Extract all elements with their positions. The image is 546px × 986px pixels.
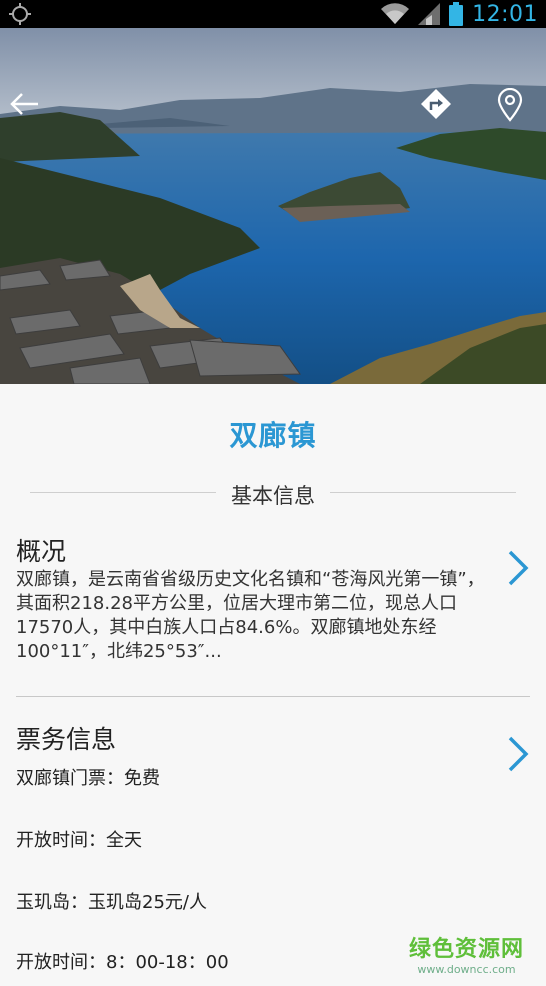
ticket-line: 双廊镇门票：免费 [16,768,160,789]
section-divider: 基本信息 [30,480,516,508]
ticket-line: 开放时间：全天 [16,830,142,851]
ticket-line: 玉玑岛：玉玑岛25元/人 [16,892,207,913]
separator [16,696,530,697]
location-button[interactable] [496,88,536,128]
chevron-right-icon[interactable] [504,548,530,588]
directions-button[interactable] [420,88,460,128]
ticket-title: 票务信息 [16,725,117,754]
ticket-line: 开放时间：8：00-18：00 [16,952,229,973]
clock: 12:01 [472,1,538,27]
lake-landscape-illustration [0,28,546,384]
page-title: 双廊镇 [229,419,317,452]
overview-card[interactable]: 概况 双廊镇，是云南省省级历史文化名镇和“苍海风光第一镇”，其面积218.28平… [16,536,530,664]
section-label: 基本信息 [231,484,315,508]
overview-title: 概况 [16,537,67,566]
chevron-right-icon[interactable] [504,734,530,774]
detail-content: 双廊镇 基本信息 概况 双廊镇，是云南省省级历史文化名镇和“苍海风光第一镇”，其… [0,384,546,986]
location-pin-icon [497,88,523,122]
wifi-icon [381,3,410,24]
divider-line-right [330,492,516,493]
back-arrow-icon [10,93,38,115]
overview-text: 双廊镇，是云南省省级历史文化名镇和“苍海风光第一镇”，其面积218.28平方公里… [16,569,485,662]
gps-icon [9,3,31,25]
watermark-sub: www.downcc.com [417,963,516,976]
watermark-main: 绿色资源网 [408,937,524,962]
battery-icon [449,2,464,26]
watermark-logo: 绿色资源网 www.downcc.com [409,937,524,976]
ticket-info-card[interactable]: 票务信息 [16,724,530,772]
directions-icon [421,89,451,119]
back-button[interactable] [8,88,48,128]
status-bar: 12:01 [0,0,546,28]
signal-icon [418,3,441,25]
hero-photo [0,28,546,384]
